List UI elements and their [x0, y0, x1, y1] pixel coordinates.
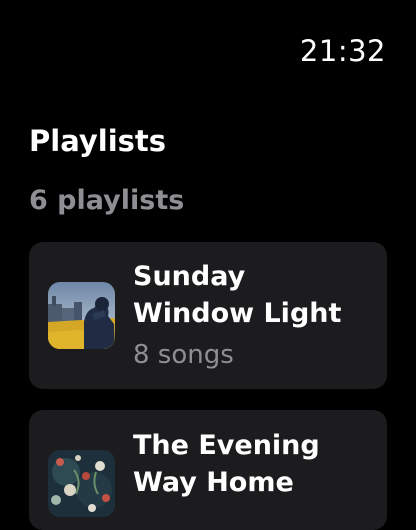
playlist-song-count: 8 songs [133, 340, 234, 370]
playlist-title: The Evening Way Home [133, 430, 320, 498]
city-silhouette-artwork [48, 282, 115, 349]
page-title: Playlists [29, 124, 167, 158]
playlist-card[interactable]: The Evening Way Home [29, 410, 387, 530]
playlist-count: 6 playlists [29, 185, 185, 216]
playlist-card[interactable]: Sunday Window Light 8 songs [29, 242, 387, 389]
playlist-artwork [48, 450, 115, 517]
floral-dark-artwork [48, 450, 115, 517]
playlist-artwork [48, 282, 115, 349]
status-time: 21:32 [299, 34, 386, 68]
playlist-title: Sunday Window Light [133, 261, 342, 329]
